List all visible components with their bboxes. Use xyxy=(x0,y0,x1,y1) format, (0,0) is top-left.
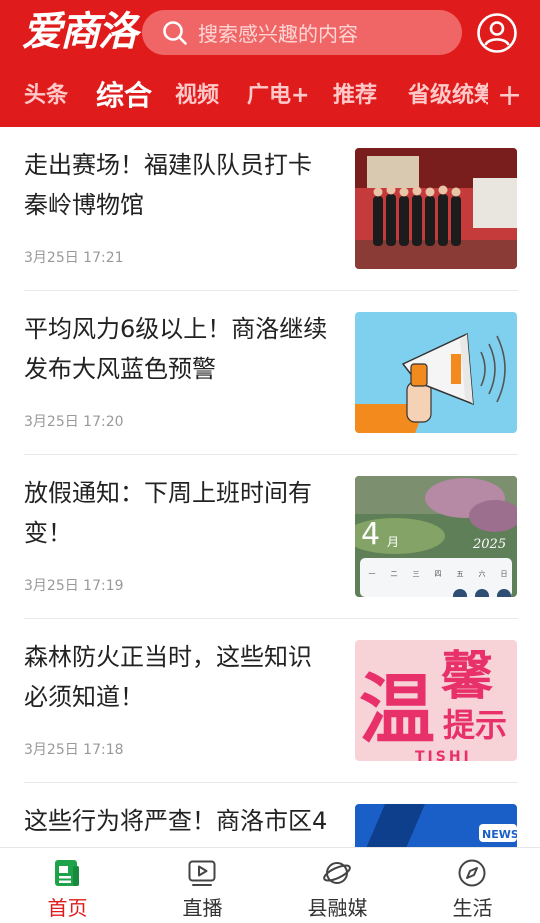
svg-text:月: 月 xyxy=(387,535,399,549)
nav-label: 直播 xyxy=(182,896,223,920)
bottom-navigation: 首页 直播 县融媒 生活 xyxy=(0,847,540,923)
svg-text:一: 一 xyxy=(369,570,376,578)
search-placeholder: 搜索感兴趣的内容 xyxy=(198,22,358,46)
news-thumbnail xyxy=(355,148,517,269)
search-icon xyxy=(163,20,187,45)
news-time: 3月25日 17:21 xyxy=(24,250,124,266)
news-feed: 走出赛场！福建队队员打卡秦岭博物馆 3月25日 17:21 平均风力6级以上！商… xyxy=(0,127,540,847)
add-channel-icon[interactable]: + xyxy=(497,80,522,112)
svg-text:五: 五 xyxy=(457,570,464,578)
svg-text:NEWS: NEWS xyxy=(482,828,517,841)
svg-text:日: 日 xyxy=(501,570,508,578)
svg-text:馨: 馨 xyxy=(441,647,494,707)
news-item[interactable]: 森林防火正当时，这些知识必须知道！ 3月25日 17:18 温 馨 提示 TIS… xyxy=(24,619,518,783)
tab-broadcast-plus[interactable]: 广电+ xyxy=(247,70,309,122)
news-item[interactable]: 平均风力6级以上！商洛继续发布大风蓝色预警 3月25日 17:20 xyxy=(24,291,518,455)
news-item[interactable]: 这些行为将严查！商洛市区4月起严查交通违法 NEWS xyxy=(24,783,518,847)
news-title: 平均风力6级以上！商洛继续发布大风蓝色预警 xyxy=(24,315,328,383)
svg-text:四: 四 xyxy=(435,570,442,578)
news-time: 3月25日 17:19 xyxy=(24,578,124,594)
nav-live[interactable]: 直播 xyxy=(135,848,270,923)
tab-provincial[interactable]: 省级统筹 xyxy=(408,70,488,122)
app-header: 爱商洛 搜索感兴趣的内容 头条 综合 视频 广电+ 推荐 省级统筹 + xyxy=(0,0,540,127)
nav-label: 县融媒 xyxy=(307,896,368,920)
news-thumbnail: NEWS xyxy=(355,804,517,847)
home-doc-icon xyxy=(55,860,79,886)
news-title: 这些行为将严查！商洛市区4月起严查交通违法 xyxy=(24,807,328,835)
svg-text:2025: 2025 xyxy=(472,537,506,552)
user-profile-icon[interactable] xyxy=(476,12,518,54)
nav-label: 生活 xyxy=(452,896,493,920)
svg-text:4: 4 xyxy=(361,517,380,552)
app-logo: 爱商洛 xyxy=(22,8,138,55)
svg-text:二: 二 xyxy=(391,570,398,578)
news-item[interactable]: 放假通知：下周上班时间有变！ 3月25日 17:19 一 二 三 四 五 六 日 xyxy=(24,455,518,619)
nav-label: 首页 xyxy=(47,896,88,920)
channel-tabs: 头条 综合 视频 广电+ 推荐 省级统筹 + xyxy=(0,70,540,122)
svg-text:六: 六 xyxy=(479,569,486,578)
news-thumbnail: 一 二 三 四 五 六 日 4 月 2025 xyxy=(355,476,517,597)
tab-video[interactable]: 视频 xyxy=(175,70,219,122)
svg-text:TISHI: TISHI xyxy=(415,749,472,761)
news-title: 森林防火正当时，这些知识必须知道！ xyxy=(24,643,312,711)
news-time: 3月25日 17:18 xyxy=(24,742,124,758)
news-thumbnail: 温 馨 提示 TISHI xyxy=(355,640,517,761)
news-title: 走出赛场！福建队队员打卡秦岭博物馆 xyxy=(24,151,312,219)
nav-home[interactable]: 首页 xyxy=(0,848,135,923)
tab-general[interactable]: 综合 xyxy=(96,70,152,122)
planet-icon xyxy=(323,862,351,884)
tab-headline[interactable]: 头条 xyxy=(24,70,68,122)
compass-icon xyxy=(458,859,486,887)
svg-text:温: 温 xyxy=(359,665,435,754)
nav-life[interactable]: 生活 xyxy=(405,848,540,923)
news-title: 放假通知：下周上班时间有变！ xyxy=(24,479,312,547)
search-bar[interactable]: 搜索感兴趣的内容 xyxy=(142,10,462,55)
nav-county-media[interactable]: 县融媒 xyxy=(270,848,405,923)
news-item[interactable]: 走出赛场！福建队队员打卡秦岭博物馆 3月25日 17:21 xyxy=(24,127,518,291)
svg-text:提示: 提示 xyxy=(443,706,507,744)
svg-text:三: 三 xyxy=(413,570,420,578)
news-time: 3月25日 17:20 xyxy=(24,414,124,430)
play-screen-icon xyxy=(188,860,216,886)
news-thumbnail xyxy=(355,312,517,433)
tab-recommend[interactable]: 推荐 xyxy=(333,70,377,122)
